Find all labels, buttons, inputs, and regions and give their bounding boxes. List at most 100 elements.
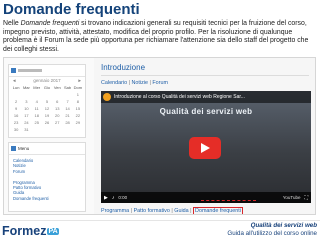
intro-emphasis: Domande frequenti (20, 20, 80, 27)
link-separator: | (128, 80, 130, 86)
footer-divider (0, 220, 320, 221)
menu-items: Calendario Notizie Forum Programma Patto fo… (9, 155, 85, 204)
nav-link[interactable]: Forum (152, 80, 168, 86)
calendar-day (52, 92, 62, 97)
channel-logo-icon (103, 93, 111, 101)
bottom-links: Programma | Patto formativo | Guida | Do… (101, 207, 243, 214)
calendar-day (11, 92, 21, 97)
calendar-weekday: Dom (73, 85, 83, 90)
nav-link[interactable]: Calendario (101, 80, 127, 86)
intro-text: Nelle Domande frequenti si trovano indic… (3, 20, 316, 54)
menu-item[interactable]: Domande frequenti (13, 196, 81, 201)
calendar-day[interactable]: 2 (11, 99, 21, 104)
calendar-day[interactable]: 19 (42, 113, 52, 118)
youtube-logo[interactable]: YouTube (283, 195, 301, 200)
calendar-day[interactable]: 7 (62, 99, 72, 104)
calendar-weekday: Gio (43, 85, 51, 90)
calendar-day (42, 92, 52, 97)
calendar-weekday: Mar (22, 85, 30, 90)
calendar-nav: ◄ gennaio 2017 ► (9, 77, 85, 84)
sidebar: ◄ gennaio 2017 ► Lun Mar Mer Gio Ven Sab Dom 1 2… (4, 58, 94, 214)
calendar-day[interactable]: 23 (11, 120, 21, 125)
calendar-day[interactable]: 20 (52, 113, 62, 118)
calendar-header (9, 65, 85, 77)
calendar-month: gennaio 2017 (33, 78, 61, 83)
calendar-next-button[interactable]: ► (78, 78, 82, 83)
main-content: Introduzione Calendario | Notizie | Foru… (98, 58, 315, 214)
video-brand-text: Qualità dei servizi web (159, 107, 253, 116)
highlight-dashes (201, 200, 256, 201)
menu-header: Menu (9, 143, 85, 155)
calendar-day[interactable]: 8 (73, 99, 83, 104)
volume-icon[interactable]: ♪ (112, 195, 115, 201)
logo-text: Formez (2, 224, 47, 238)
calendar-day (21, 92, 31, 97)
calendar-day[interactable]: 31 (21, 127, 31, 132)
calendar-day[interactable]: 22 (73, 113, 83, 118)
calendar-day[interactable]: 15 (73, 106, 83, 111)
calendar-day[interactable]: 17 (21, 113, 31, 118)
video-title: Introduzione al corso Qualità dei serviz… (114, 94, 245, 100)
play-button[interactable] (189, 137, 221, 159)
calendar-day[interactable]: 18 (32, 113, 42, 118)
menu-icon (11, 146, 16, 151)
footer-course-title: Qualità dei servizi web (250, 222, 317, 229)
link-separator: | (149, 80, 151, 86)
calendar-day[interactable]: 4 (32, 99, 42, 104)
video-player[interactable]: Introduzione al corso Qualità dei serviz… (101, 91, 311, 203)
calendar-weekday: Mer (33, 85, 41, 90)
nav-link[interactable]: Patto formativo (134, 208, 170, 214)
calendar-icon (11, 68, 16, 73)
calendar-day[interactable]: 24 (21, 120, 31, 125)
course-screenshot: ◄ gennaio 2017 ► Lun Mar Mer Gio Ven Sab Dom 1 2… (3, 57, 316, 215)
calendar-day[interactable]: 16 (11, 113, 21, 118)
calendar-day (62, 92, 72, 97)
calendar-day[interactable]: 10 (21, 106, 31, 111)
logo-badge: PA (47, 228, 59, 236)
title-divider (101, 75, 309, 76)
calendar-day[interactable]: 14 (62, 106, 72, 111)
calendar-day[interactable]: 29 (73, 120, 83, 125)
calendar-day[interactable]: 1 (73, 92, 83, 97)
calendar-prev-button[interactable]: ◄ (12, 78, 16, 83)
video-time: 0:00 (118, 195, 128, 200)
calendar-weekday: Lun (12, 85, 20, 90)
menu-block: Menu Calendario Notizie Forum Programma Pat… (8, 142, 86, 212)
calendar-day[interactable]: 26 (42, 120, 52, 125)
page-title: Introduzione (101, 63, 146, 72)
nav-link[interactable]: Notizie (131, 80, 147, 86)
calendar-day[interactable]: 30 (11, 127, 21, 132)
top-links: Calendario | Notizie | Forum (101, 80, 168, 86)
calendar-grid: Lun Mar Mer Gio Ven Sab Dom 1 2 3 4 5 6 7 8 9 10 11 12 13 14… (9, 84, 85, 133)
formez-logo: Formez PA (2, 224, 59, 238)
nav-link[interactable]: Guida (174, 208, 188, 214)
calendar-day[interactable]: 25 (32, 120, 42, 125)
calendar-weekday: Sab (64, 85, 72, 90)
calendar-day[interactable]: 28 (62, 120, 72, 125)
calendar-day[interactable]: 11 (32, 106, 42, 111)
intro-before: Nelle (3, 20, 21, 27)
calendar-day[interactable]: 13 (52, 106, 62, 111)
calendar-day[interactable]: 21 (62, 113, 72, 118)
fullscreen-icon[interactable]: ⛶ (304, 195, 308, 201)
link-separator: | (190, 208, 192, 214)
calendar-day[interactable]: 12 (42, 106, 52, 111)
video-controls: ▶ ♪ 0:00 YouTube ⛶ (101, 192, 311, 203)
video-topbar: Introduzione al corso Qualità dei serviz… (101, 91, 311, 103)
calendar-block: ◄ gennaio 2017 ► Lun Mar Mer Gio Ven Sab Dom 1 2… (8, 64, 86, 138)
nav-link[interactable]: Programma (101, 208, 129, 214)
nav-link[interactable]: Domande frequenti (193, 207, 243, 214)
calendar-day[interactable]: 6 (52, 99, 62, 104)
calendar-day (32, 92, 42, 97)
menu-title: Menu (18, 146, 30, 151)
calendar-day[interactable]: 9 (11, 106, 21, 111)
calendar-day[interactable]: 3 (21, 99, 31, 104)
slide-title: Domande frequenti (3, 1, 140, 18)
calendar-day[interactable]: 27 (52, 120, 62, 125)
play-control-icon[interactable]: ▶ (104, 195, 108, 201)
calendar-day[interactable]: 5 (42, 99, 52, 104)
footer-subtitle: Guida all'utilizzo del corso online (227, 230, 317, 237)
link-separator: | (130, 208, 133, 214)
calendar-title-bar (18, 69, 42, 72)
calendar-weekday: Ven (53, 85, 61, 90)
